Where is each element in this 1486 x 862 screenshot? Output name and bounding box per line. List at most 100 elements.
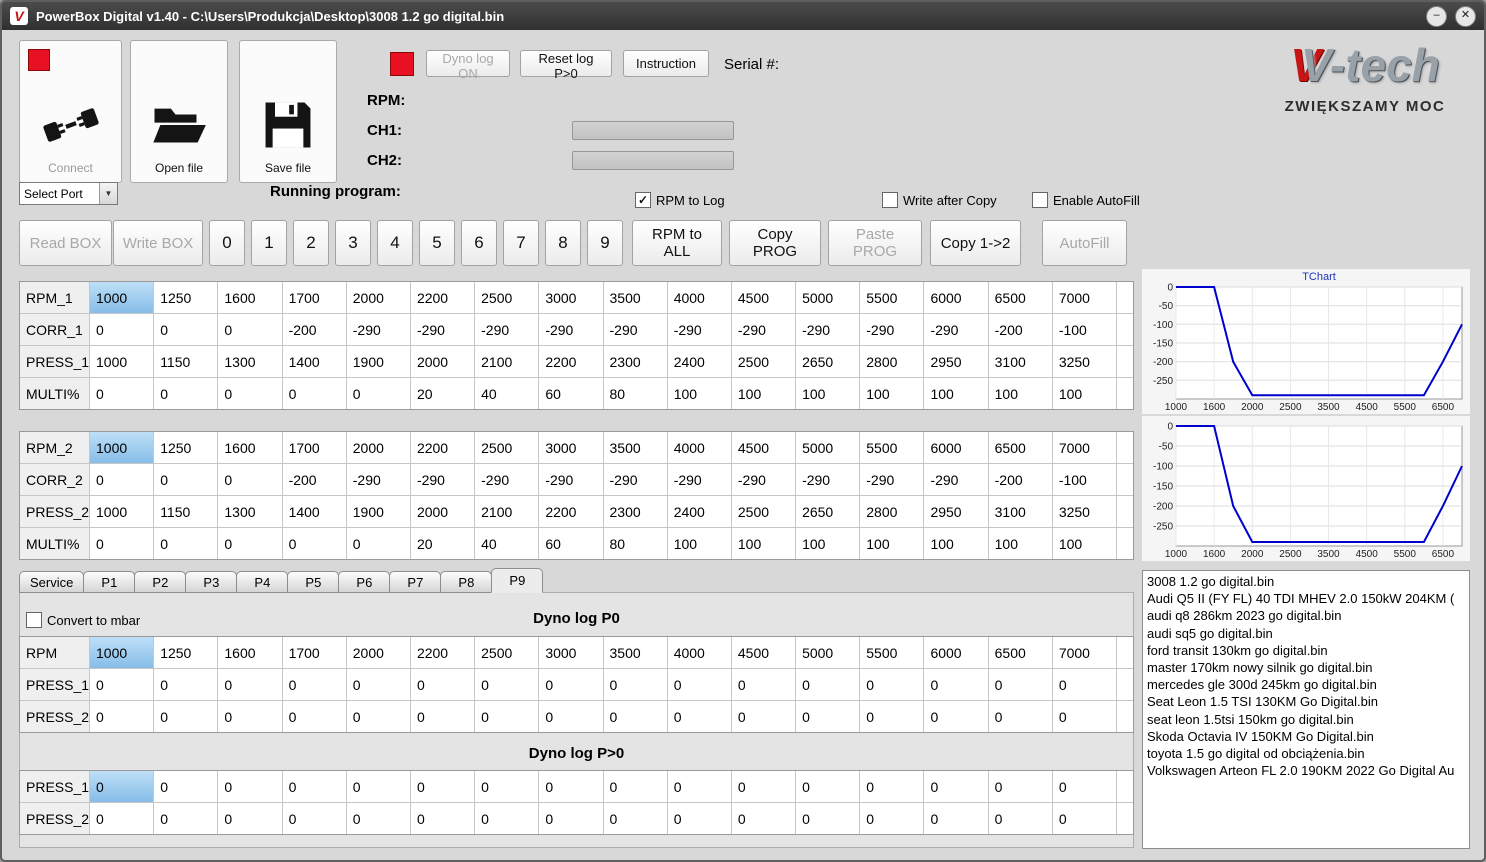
cell-press-1-14[interactable]: 3100 <box>988 346 1053 377</box>
cell-press-2-11[interactable]: 2650 <box>796 496 861 527</box>
cell-rpm-1-10[interactable]: 4500 <box>731 282 797 313</box>
program-button-2[interactable]: 2 <box>293 220 329 266</box>
cell-press-2-3[interactable]: 0 <box>282 803 347 834</box>
cell-rpm-2-7[interactable]: 3000 <box>539 432 604 463</box>
convert-to-mbar-checkbox[interactable]: Convert to mbar <box>26 612 140 628</box>
file-list-item[interactable]: seat leon 1.5tsi 150km go digital.bin <box>1147 711 1465 728</box>
cell-press-2-10[interactable]: 2500 <box>731 496 797 527</box>
cell-press-2-7[interactable]: 2200 <box>539 496 604 527</box>
cell-multi-2[interactable]: 0 <box>218 378 283 409</box>
cell-multi-15[interactable]: 100 <box>1052 378 1117 409</box>
cell-press-2-3[interactable]: 1400 <box>282 496 347 527</box>
tab-p3[interactable]: P3 <box>185 571 238 593</box>
cell-press-1-1[interactable]: 0 <box>154 669 219 700</box>
cell-corr-2-2[interactable]: 0 <box>218 464 283 495</box>
cell-multi-4[interactable]: 0 <box>346 378 411 409</box>
cell-multi-5[interactable]: 20 <box>410 378 476 409</box>
cell-press-1-8[interactable]: 0 <box>603 669 668 700</box>
reset-log-button[interactable]: Reset log P>0 <box>520 50 612 81</box>
cell-corr-2-0[interactable]: 0 <box>90 464 155 495</box>
cell-press-1-10[interactable]: 0 <box>731 771 797 802</box>
tab-p4[interactable]: P4 <box>236 571 289 593</box>
cell-press-1-5[interactable]: 0 <box>410 669 476 700</box>
cell-corr-2-7[interactable]: -290 <box>539 464 604 495</box>
cell-press-1-8[interactable]: 0 <box>603 771 668 802</box>
instruction-button[interactable]: Instruction <box>623 50 709 77</box>
cell-press-2-0[interactable]: 0 <box>90 803 155 834</box>
cell-multi-14[interactable]: 100 <box>988 528 1053 559</box>
file-list-item[interactable]: audi sq5 go digital.bin <box>1147 625 1465 642</box>
cell-rpm-1-2[interactable]: 1600 <box>218 282 283 313</box>
copy-1-2-button[interactable]: Copy 1->2 <box>930 220 1021 266</box>
cell-corr-2-11[interactable]: -290 <box>796 464 861 495</box>
cell-press-2-11[interactable]: 0 <box>796 701 861 732</box>
cell-corr-2-13[interactable]: -290 <box>924 464 989 495</box>
cell-press-1-15[interactable]: 3250 <box>1052 346 1117 377</box>
cell-rpm-2-1[interactable]: 1250 <box>154 432 219 463</box>
enable-autofill-checkbox[interactable]: Enable AutoFill <box>1032 192 1140 208</box>
cell-press-1-5[interactable]: 0 <box>410 771 476 802</box>
cell-press-2-8[interactable]: 2300 <box>603 496 668 527</box>
cell-press-2-14[interactable]: 0 <box>988 701 1053 732</box>
cell-press-1-15[interactable]: 0 <box>1052 771 1117 802</box>
close-button[interactable]: ✕ <box>1455 5 1476 27</box>
cell-rpm-2-11[interactable]: 5000 <box>796 432 861 463</box>
cell-multi-10[interactable]: 100 <box>731 528 797 559</box>
cell-press-2-12[interactable]: 0 <box>860 803 925 834</box>
cell-press-1-10[interactable]: 2500 <box>731 346 797 377</box>
connect-button[interactable]: Connect <box>19 40 122 183</box>
file-list-item[interactable]: mercedes gle 300d 245km go digital.bin <box>1147 676 1465 693</box>
cell-press-2-14[interactable]: 0 <box>988 803 1053 834</box>
file-list-item[interactable]: ford transit 130km go digital.bin <box>1147 642 1465 659</box>
program-button-7[interactable]: 7 <box>503 220 539 266</box>
tab-p7[interactable]: P7 <box>389 571 442 593</box>
cell-rpm-14[interactable]: 6500 <box>988 637 1053 668</box>
file-list[interactable]: 3008 1.2 go digital.bin Audi Q5 II (FY FL… <box>1142 570 1470 849</box>
cell-corr-1-0[interactable]: 0 <box>90 314 155 345</box>
program-button-3[interactable]: 3 <box>335 220 371 266</box>
cell-press-2-12[interactable]: 0 <box>860 701 925 732</box>
cell-rpm-1-9[interactable]: 4000 <box>667 282 732 313</box>
cell-press-1-1[interactable]: 0 <box>154 771 219 802</box>
cell-press-2-2[interactable]: 0 <box>218 701 283 732</box>
cell-press-1-11[interactable]: 0 <box>796 771 861 802</box>
cell-press-1-13[interactable]: 2950 <box>924 346 989 377</box>
cell-rpm-1-0[interactable]: 1000 <box>90 282 155 313</box>
cell-multi-15[interactable]: 100 <box>1052 528 1117 559</box>
rpm-to-all-button[interactable]: RPM to ALL <box>632 220 722 266</box>
cell-press-1-10[interactable]: 0 <box>731 669 797 700</box>
program-button-1[interactable]: 1 <box>251 220 287 266</box>
cell-corr-2-8[interactable]: -290 <box>603 464 668 495</box>
cell-multi-11[interactable]: 100 <box>796 378 861 409</box>
cell-multi-9[interactable]: 100 <box>667 378 732 409</box>
cell-rpm-1-13[interactable]: 6000 <box>924 282 989 313</box>
cell-multi-12[interactable]: 100 <box>860 528 925 559</box>
cell-multi-7[interactable]: 60 <box>539 528 604 559</box>
cell-multi-1[interactable]: 0 <box>154 378 219 409</box>
autofill-button[interactable]: AutoFill <box>1042 220 1127 266</box>
cell-corr-2-5[interactable]: -290 <box>410 464 476 495</box>
cell-press-1-9[interactable]: 0 <box>667 669 732 700</box>
tab-p2[interactable]: P2 <box>134 571 187 593</box>
cell-rpm-1-11[interactable]: 5000 <box>796 282 861 313</box>
cell-press-1-9[interactable]: 0 <box>667 771 732 802</box>
program-button-8[interactable]: 8 <box>545 220 581 266</box>
cell-rpm-8[interactable]: 3500 <box>603 637 668 668</box>
cell-rpm-12[interactable]: 5500 <box>860 637 925 668</box>
cell-press-1-12[interactable]: 0 <box>860 771 925 802</box>
cell-rpm-1-6[interactable]: 2500 <box>475 282 540 313</box>
cell-multi-0[interactable]: 0 <box>90 528 155 559</box>
cell-corr-1-5[interactable]: -290 <box>410 314 476 345</box>
cell-press-2-12[interactable]: 2800 <box>860 496 925 527</box>
cell-press-1-5[interactable]: 2000 <box>410 346 476 377</box>
cell-press-2-3[interactable]: 0 <box>282 701 347 732</box>
cell-rpm-1-12[interactable]: 5500 <box>860 282 925 313</box>
cell-press-2-9[interactable]: 2400 <box>667 496 732 527</box>
cell-press-1-8[interactable]: 2300 <box>603 346 668 377</box>
cell-press-1-0[interactable]: 0 <box>90 771 155 802</box>
cell-press-2-8[interactable]: 0 <box>603 701 668 732</box>
cell-press-2-13[interactable]: 0 <box>924 701 989 732</box>
program-button-0[interactable]: 0 <box>209 220 245 266</box>
tab-service[interactable]: Service <box>19 571 85 593</box>
cell-rpm-4[interactable]: 2000 <box>346 637 411 668</box>
